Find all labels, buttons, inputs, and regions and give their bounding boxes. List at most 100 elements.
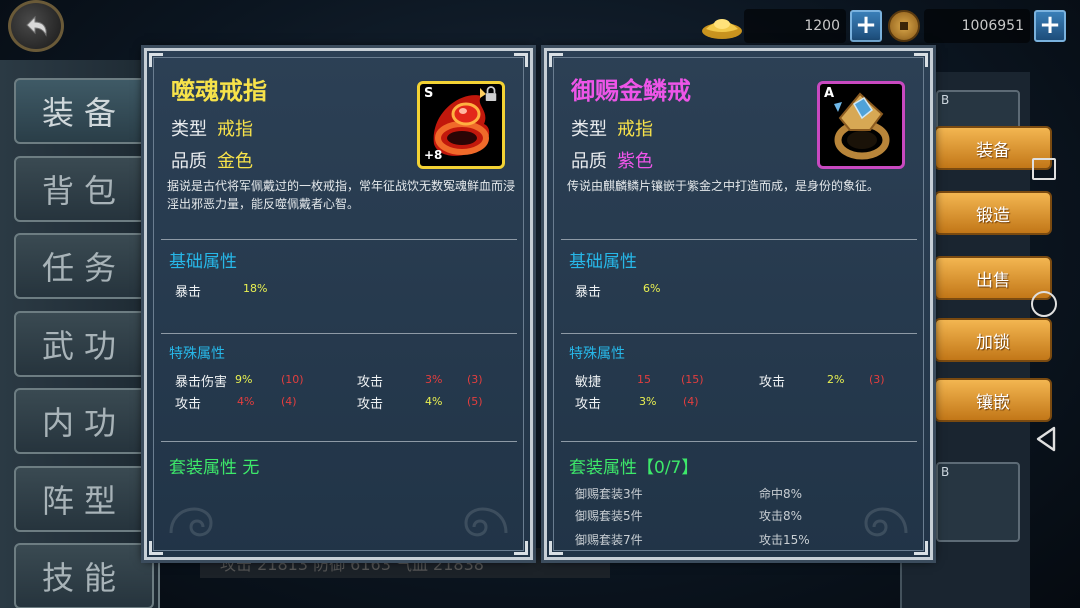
corner-ornament bbox=[149, 53, 163, 67]
base-attributes-title: 基础属性 bbox=[169, 252, 237, 272]
item-detail-panel-right: 御赐金鳞戒 类型 戒指 品质 紫色 A 传说由麒麟鳞片镶嵌于紫金之中打造而成，是身份… bbox=[544, 48, 933, 560]
divider bbox=[161, 333, 517, 334]
type-value: 戒指 bbox=[617, 119, 653, 140]
special-attributes-title: 特殊属性 bbox=[169, 346, 225, 362]
add-ingot-button[interactable]: + bbox=[850, 10, 882, 42]
set-bonus-name: 御赐套装3件 bbox=[575, 487, 643, 501]
special-stat-name: 攻击 bbox=[575, 397, 602, 412]
cloud-swirl-ornament bbox=[864, 507, 908, 537]
ingot-currency: 1200 + bbox=[700, 6, 882, 46]
item-slot[interactable]: B bbox=[936, 462, 1020, 542]
divider bbox=[161, 239, 517, 240]
item-quality-row: 品质 金色 bbox=[171, 147, 253, 173]
item-icon-frame: S +8 bbox=[417, 81, 505, 169]
corner-ornament bbox=[549, 53, 563, 67]
special-stat-value: 3% bbox=[639, 395, 657, 408]
lock-icon bbox=[485, 86, 497, 101]
corner-ornament bbox=[514, 53, 528, 67]
item-quality-row: 品质 紫色 bbox=[571, 147, 653, 173]
type-value: 戒指 bbox=[217, 119, 253, 140]
tab-bag[interactable]: 背包 bbox=[14, 156, 154, 222]
coin-amount: 1006951 bbox=[924, 9, 1030, 43]
tab-martial-arts[interactable]: 武功 bbox=[14, 311, 154, 377]
divider bbox=[561, 239, 917, 240]
quality-label: 品质 bbox=[171, 151, 207, 172]
divider bbox=[561, 333, 917, 334]
special-stat-value: 4% bbox=[237, 395, 255, 408]
item-detail-panel-left: 噬魂戒指 类型 戒指 品质 金色 S +8 据说是古代将军佩戴过的一枚戒指，常年征战… bbox=[144, 48, 533, 560]
special-stat-name: 暴击伤害 bbox=[175, 375, 228, 390]
stat-value: 18% bbox=[243, 282, 268, 295]
type-label: 类型 bbox=[171, 119, 207, 140]
special-stat-name: 攻击 bbox=[357, 375, 384, 390]
stat-name: 暴击 bbox=[175, 285, 202, 300]
special-attributes-title: 特殊属性 bbox=[569, 346, 625, 362]
quality-value: 金色 bbox=[217, 151, 253, 172]
special-stat-name: 敏捷 bbox=[575, 375, 602, 390]
tab-formation[interactable]: 阵型 bbox=[14, 466, 154, 532]
corner-ornament bbox=[914, 53, 928, 67]
item-name: 御赐金鳞戒 bbox=[571, 77, 691, 105]
special-stat-value: 4% bbox=[425, 395, 443, 408]
item-grade: B bbox=[941, 93, 950, 107]
tab-skills[interactable]: 技能 bbox=[14, 543, 154, 608]
back-button[interactable] bbox=[8, 0, 64, 52]
coin-currency: 1006951 + bbox=[888, 6, 1066, 46]
lock-button[interactable]: 加锁 bbox=[934, 318, 1052, 362]
cloud-swirl-ornament bbox=[169, 507, 213, 537]
divider bbox=[161, 441, 517, 442]
special-stat-name: 攻击 bbox=[759, 375, 786, 390]
special-stat-range: (4) bbox=[281, 395, 297, 408]
forge-button[interactable]: 锻造 bbox=[934, 191, 1052, 235]
stat-value: 6% bbox=[643, 282, 661, 295]
corner-ornament bbox=[149, 541, 163, 555]
special-stat-value: 2% bbox=[827, 373, 845, 386]
divider bbox=[561, 441, 917, 442]
item-type-row: 类型 戒指 bbox=[171, 115, 253, 141]
cloud-swirl-ornament bbox=[464, 507, 508, 537]
special-stat-name: 攻击 bbox=[357, 397, 384, 412]
corner-ornament bbox=[914, 541, 928, 555]
corner-ornament bbox=[549, 541, 563, 555]
set-attributes-title: 套装属性 无 bbox=[169, 458, 260, 478]
set-bonus-effect: 攻击15% bbox=[759, 533, 810, 547]
home-icon[interactable] bbox=[1031, 291, 1057, 317]
nav-back-icon[interactable] bbox=[1034, 425, 1058, 453]
item-grade-letter: S bbox=[424, 86, 434, 101]
copper-coin-icon bbox=[888, 10, 920, 42]
special-stat-value: 15 bbox=[637, 373, 651, 386]
item-description: 传说由麒麟鳞片镶嵌于紫金之中打造而成，是身份的象征。 bbox=[567, 179, 880, 193]
back-arrow-icon bbox=[26, 15, 47, 37]
special-stat-name: 攻击 bbox=[175, 397, 202, 412]
set-bonus-effect: 命中8% bbox=[759, 487, 803, 501]
type-label: 类型 bbox=[571, 119, 607, 140]
special-stat-range: (10) bbox=[281, 373, 304, 386]
special-stat-range: (4) bbox=[683, 395, 699, 408]
gold-ingot-icon bbox=[702, 19, 742, 39]
tab-quest[interactable]: 任务 bbox=[14, 233, 154, 299]
set-bonus-name: 御赐套装5件 bbox=[575, 509, 643, 523]
set-attributes-title: 套装属性【0/7】 bbox=[569, 458, 699, 478]
inlay-button[interactable]: 镶嵌 bbox=[934, 378, 1052, 422]
quality-value: 紫色 bbox=[617, 151, 653, 172]
special-stat-range: (15) bbox=[681, 373, 704, 386]
add-coin-button[interactable]: + bbox=[1034, 10, 1066, 42]
special-stat-value: 9% bbox=[235, 373, 253, 386]
set-bonus-name: 御赐套装7件 bbox=[575, 533, 643, 547]
tab-inner-power[interactable]: 内功 bbox=[14, 388, 154, 454]
item-grade-letter: A bbox=[824, 86, 835, 101]
special-stat-value: 3% bbox=[425, 373, 443, 386]
tab-equipment[interactable]: 装备 bbox=[14, 78, 154, 144]
item-description: 据说是古代将军佩戴过的一枚戒指，常年征战饮无数冤魂鲜血而浸淫出邪恶力量，能反噬佩… bbox=[167, 179, 516, 211]
set-bonus-effect: 攻击8% bbox=[759, 509, 803, 523]
base-attributes-title: 基础属性 bbox=[569, 252, 637, 272]
recent-apps-icon[interactable] bbox=[1032, 158, 1056, 180]
corner-ornament bbox=[514, 541, 528, 555]
special-stat-range: (3) bbox=[467, 373, 483, 386]
enhance-level: +8 bbox=[424, 148, 443, 162]
special-stat-range: (3) bbox=[869, 373, 885, 386]
item-name: 噬魂戒指 bbox=[171, 77, 267, 105]
stat-name: 暴击 bbox=[575, 285, 602, 300]
quality-label: 品质 bbox=[571, 151, 607, 172]
special-stat-range: (5) bbox=[467, 395, 483, 408]
